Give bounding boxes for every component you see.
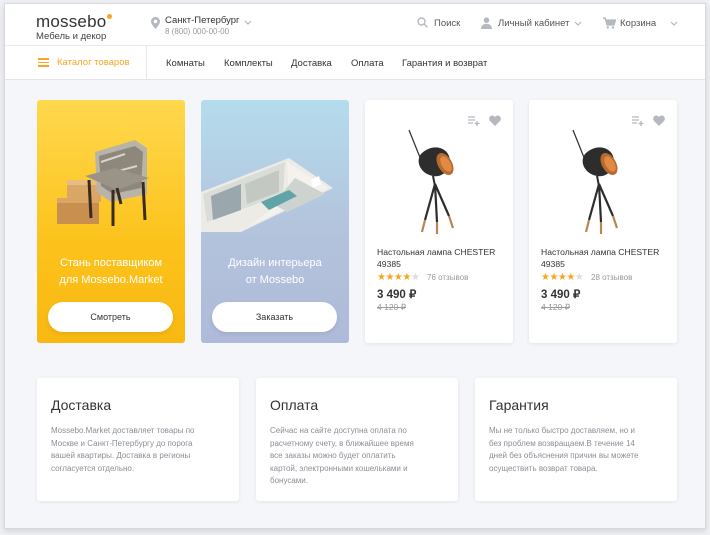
product-name[interactable]: Настольная лампа CHESTER 49385 bbox=[377, 246, 505, 270]
heart-icon[interactable] bbox=[489, 115, 501, 126]
catalog-label: Каталог товаров bbox=[57, 57, 130, 68]
logo[interactable]: mossebo Мебель и декор bbox=[36, 12, 113, 42]
header: mossebo Мебель и декор Санкт-Петербург 8… bbox=[5, 4, 705, 46]
info-title: Оплата bbox=[270, 397, 319, 413]
nav-link-warranty[interactable]: Гарантия и возврат bbox=[402, 58, 487, 69]
product-old-price: 4 120 ₽ bbox=[377, 302, 407, 312]
catalog-button[interactable]: Каталог товаров bbox=[5, 46, 147, 80]
rating-stars: ★★★★★ bbox=[377, 272, 420, 283]
chevron-down-icon bbox=[244, 20, 252, 25]
promo-card-interior-design[interactable]: Дизайн интерьера от Mossebo Заказать bbox=[201, 100, 349, 343]
info-card-payment: Оплата Сейчас на сайте доступна оплата п… bbox=[256, 378, 458, 501]
table-lamp-image bbox=[408, 129, 455, 234]
rating-stars: ★★★★★ bbox=[541, 272, 584, 283]
cart-label: Корзина bbox=[620, 18, 657, 29]
info-text: Мы не только быстро доставляем, но и без… bbox=[489, 426, 639, 473]
product-old-price: 4 120 ₽ bbox=[541, 302, 571, 312]
info-text: Сейчас на сайте доступна оплата по расче… bbox=[270, 426, 414, 486]
promo-title: Стань поставщиком для Mossebo.Market bbox=[59, 257, 163, 286]
location-pin-icon bbox=[151, 17, 160, 29]
nav-link-payment[interactable]: Оплата bbox=[351, 58, 384, 69]
chevron-down-icon bbox=[574, 21, 582, 26]
search-label: Поиск bbox=[434, 18, 461, 29]
product-card[interactable]: Настольная лампа CHESTER 49385 ★★★★★ 76 … bbox=[365, 100, 513, 343]
city-name: Санкт-Петербург bbox=[165, 15, 240, 26]
logo-subtitle: Мебель и декор bbox=[36, 31, 107, 42]
main-nav: Каталог товаров Комнаты Комплекты Достав… bbox=[5, 46, 705, 80]
promo-card-supplier[interactable]: Стань поставщиком для Mossebo.Market Смо… bbox=[37, 100, 185, 343]
nav-link-delivery[interactable]: Доставка bbox=[291, 58, 332, 69]
nav-link-rooms[interactable]: Комнаты bbox=[166, 58, 205, 69]
browser-frame: mossebo Мебель и декор Санкт-Петербург 8… bbox=[4, 3, 706, 529]
promo-view-button[interactable]: Смотреть bbox=[48, 302, 173, 332]
promo-order-button[interactable]: Заказать bbox=[212, 302, 337, 332]
product-name[interactable]: Настольная лампа CHESTER 49385 bbox=[541, 246, 669, 270]
armchair-boxes-image bbox=[57, 140, 149, 226]
cart-icon bbox=[603, 17, 616, 29]
heart-icon[interactable] bbox=[653, 115, 665, 126]
search-icon bbox=[417, 17, 428, 28]
chevron-down-icon bbox=[670, 21, 678, 26]
info-title: Доставка bbox=[51, 397, 112, 413]
nav-link-sets[interactable]: Комплекты bbox=[224, 58, 273, 69]
info-card-delivery: Доставка Mossebo.Market доставляет товар… bbox=[37, 378, 239, 501]
menu-icon bbox=[38, 58, 49, 67]
user-icon bbox=[481, 17, 492, 29]
product-price: 3 490 ₽ bbox=[377, 289, 417, 301]
reviews-count[interactable]: 28 отзывов bbox=[591, 273, 632, 282]
product-price: 3 490 ₽ bbox=[541, 289, 581, 301]
logo-dot-icon bbox=[107, 14, 113, 19]
product-card[interactable]: Настольная лампа CHESTER 49385 ★★★★★ 28 … bbox=[529, 100, 677, 343]
city-phone: 8 (800) 000-00-00 bbox=[165, 27, 230, 36]
info-card-warranty: Гарантия Мы не только быстро доставляем,… bbox=[475, 378, 677, 501]
magazine-image bbox=[201, 158, 333, 232]
info-title: Гарантия bbox=[489, 397, 549, 413]
account-label: Личный кабинет bbox=[498, 18, 570, 29]
info-text: Mossebo.Market доставляет товары по Моск… bbox=[51, 426, 195, 473]
logo-wordmark: mossebo bbox=[36, 12, 107, 31]
table-lamp-image bbox=[572, 129, 619, 234]
promo-title: Дизайн интерьера от Mossebo bbox=[228, 257, 322, 286]
reviews-count[interactable]: 76 отзывов bbox=[427, 273, 468, 282]
